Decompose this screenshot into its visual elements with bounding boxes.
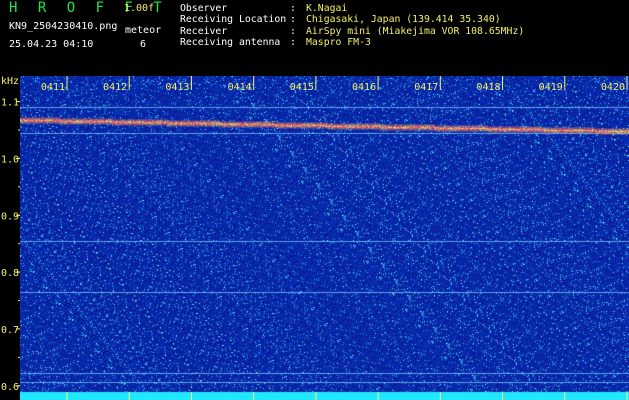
version-label: 1.00f	[124, 3, 155, 14]
time-tick-label: 0416	[352, 82, 376, 93]
info-value: Chigasaki, Japan (139.414 35.340)	[306, 14, 501, 26]
spectrogram-overlay: 0411 0412 0413 0414 0415 0416 0417 0418 0419 0420	[41, 76, 628, 400]
time-tick-label: 0418	[476, 82, 500, 93]
time-tick-label: 0412	[103, 82, 127, 93]
spectrogram-plot: 0411 0412 0413 0414 0415 0416 0417 0418 0419 0420	[20, 76, 629, 400]
info-separator: :	[290, 14, 296, 26]
time-tick-label: 0411	[41, 82, 65, 93]
freq-tick-label: 1.0	[1, 154, 19, 165]
time-tick-label: 0413	[165, 82, 189, 93]
freq-tick-label: 0.6	[1, 382, 19, 393]
time-tick-label: 0420	[601, 82, 625, 93]
meteor-count: 6	[140, 39, 147, 50]
filename-label: KN9_2504230410.png	[9, 21, 118, 32]
header-panel: H R O F F T 1.00f KN9_2504230410.png 25.…	[0, 0, 629, 76]
info-key: Receiving Location	[180, 14, 287, 26]
time-tick-label: 0414	[228, 82, 252, 93]
info-key: Receiver	[180, 25, 228, 37]
info-row: Receiving Location: Chigasaki, Japan (139…	[180, 14, 524, 25]
info-separator: :	[290, 3, 296, 14]
info-key: Observer	[180, 3, 228, 14]
info-value: Maspro FM-3	[306, 37, 371, 49]
freq-tick-label: 1.1	[1, 98, 19, 109]
info-separator: :	[290, 25, 296, 37]
freq-tick-label: 0.7	[1, 325, 19, 336]
time-tick-label: 0415	[290, 82, 314, 93]
time-tick-label: 0419	[539, 82, 563, 93]
info-separator: :	[290, 37, 296, 49]
timestamp-label: 25.04.23 04:10	[9, 39, 94, 50]
meteor-label: meteor	[125, 25, 162, 36]
frequency-axis: kHz 1.1 1.0 0.9 0.8 0.7 0.6	[1, 76, 20, 393]
info-value: K.Nagai	[306, 3, 348, 14]
info-key: Receiving antenna	[180, 37, 281, 49]
info-row: Receiving antenna: Maspro FM-3	[180, 37, 524, 48]
unit-label: kHz	[1, 76, 19, 87]
freq-tick-label: 0.8	[1, 268, 19, 279]
time-tick-label: 0417	[414, 82, 438, 93]
freq-tick-label: 0.9	[1, 211, 19, 222]
info-row: Observer: K.Nagai	[180, 3, 524, 14]
info-value: AirSpy mini (Miakejima VOR 108.65MHz)	[306, 25, 525, 37]
info-row: Receiver: AirSpy mini (Miakejima VOR 108.…	[180, 26, 524, 37]
station-info: Observer: K.Nagai Receiving Location: Chiga…	[180, 3, 524, 49]
